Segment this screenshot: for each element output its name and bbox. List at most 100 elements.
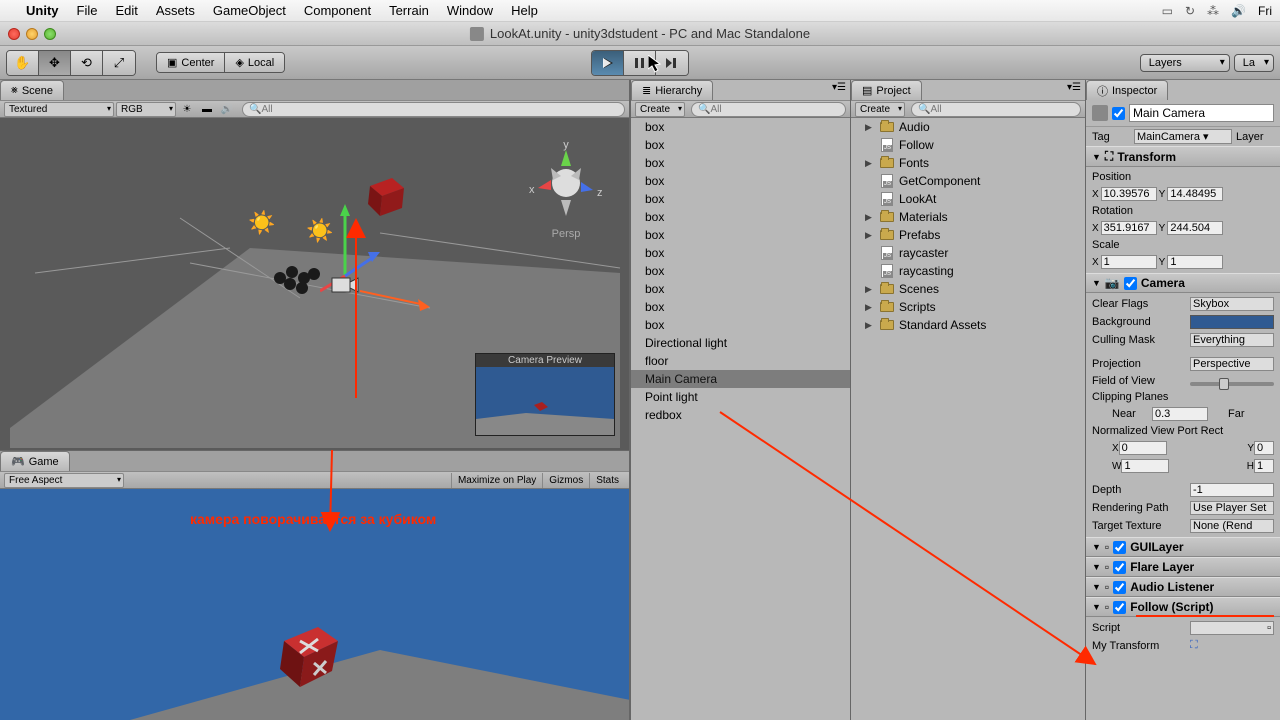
expand-arrow-icon[interactable]: ▶ — [865, 122, 875, 133]
rot-x-field[interactable] — [1101, 221, 1157, 235]
hierarchy-item[interactable]: box — [631, 136, 850, 154]
hierarchy-search[interactable]: 🔍All — [691, 102, 846, 117]
menu-terrain[interactable]: Terrain — [389, 3, 429, 18]
game-view[interactable]: камера поворачивается за кубиком — [0, 489, 629, 720]
vpx-field[interactable] — [1119, 441, 1167, 455]
vpw-field[interactable] — [1121, 459, 1169, 473]
project-item[interactable]: raycaster — [851, 244, 1085, 262]
app-name[interactable]: Unity — [26, 3, 59, 18]
maximize-window-button[interactable] — [44, 28, 56, 40]
menu-gameobject[interactable]: GameObject — [213, 3, 286, 18]
project-search[interactable]: 🔍All — [911, 102, 1081, 117]
maximize-on-play-toggle[interactable]: Maximize on Play — [451, 473, 542, 488]
rendering-path-dropdown[interactable]: Use Player Set — [1190, 501, 1274, 515]
scene-tab[interactable]: ⨳Scene — [0, 80, 64, 100]
step-button[interactable] — [656, 51, 688, 75]
clock[interactable]: Fri — [1258, 4, 1272, 18]
clear-flags-dropdown[interactable]: Skybox — [1190, 297, 1274, 311]
hierarchy-create-dropdown[interactable]: Create — [635, 102, 685, 117]
close-window-button[interactable] — [8, 28, 20, 40]
aspect-dropdown[interactable]: Free Aspect — [4, 473, 124, 488]
hierarchy-item[interactable]: box — [631, 280, 850, 298]
expand-arrow-icon[interactable]: ▶ — [865, 302, 875, 313]
camera-component-header[interactable]: ▼📷 Camera — [1086, 273, 1280, 293]
culling-mask-dropdown[interactable]: Everything — [1190, 333, 1274, 347]
target-texture-field[interactable]: None (Rend — [1190, 519, 1274, 533]
menu-edit[interactable]: Edit — [115, 3, 137, 18]
move-tool[interactable]: ✥ — [39, 51, 71, 75]
rotate-tool[interactable]: ⟲ — [71, 51, 103, 75]
menu-assets[interactable]: Assets — [156, 3, 195, 18]
menu-help[interactable]: Help — [511, 3, 538, 18]
scene-view[interactable]: y x z Persp ☀️ ☀️ — [0, 118, 629, 450]
depth-field[interactable] — [1190, 483, 1274, 497]
hierarchy-item[interactable]: box — [631, 172, 850, 190]
fov-slider[interactable] — [1190, 377, 1274, 386]
expand-arrow-icon[interactable]: ▶ — [865, 320, 875, 331]
hierarchy-item[interactable]: Point light — [631, 388, 850, 406]
project-item[interactable]: GetComponent — [851, 172, 1085, 190]
hierarchy-item[interactable]: box — [631, 118, 850, 136]
projection-dropdown[interactable]: Perspective — [1190, 357, 1274, 371]
pos-y-field[interactable] — [1167, 187, 1223, 201]
flarelayer-component-header[interactable]: ▼▫Flare Layer — [1086, 557, 1280, 577]
transform-component-header[interactable]: ▼⛶ Transform — [1086, 146, 1280, 167]
hierarchy-item[interactable]: floor — [631, 352, 850, 370]
scl-x-field[interactable] — [1101, 255, 1157, 269]
rot-y-field[interactable] — [1167, 221, 1223, 235]
project-item[interactable]: Follow — [851, 136, 1085, 154]
audiolistener-component-header[interactable]: ▼▫Audio Listener — [1086, 577, 1280, 597]
expand-arrow-icon[interactable]: ▶ — [865, 230, 875, 241]
vph-field[interactable] — [1254, 459, 1274, 473]
vpy-field[interactable] — [1254, 441, 1274, 455]
scene-audio-toggle[interactable]: 🔊 — [218, 102, 236, 116]
hierarchy-item[interactable]: Main Camera — [631, 370, 850, 388]
panel-menu-icon[interactable]: ▾☰ — [828, 80, 850, 100]
audiolistener-checkbox[interactable] — [1113, 581, 1126, 594]
project-item[interactable]: raycasting — [851, 262, 1085, 280]
hierarchy-item[interactable]: redbox — [631, 406, 850, 424]
hand-tool[interactable]: ✋ — [7, 51, 39, 75]
hierarchy-item[interactable]: box — [631, 208, 850, 226]
layers-dropdown[interactable]: Layers — [1140, 54, 1230, 72]
hierarchy-item[interactable]: box — [631, 226, 850, 244]
camera-enabled-checkbox[interactable] — [1124, 277, 1137, 290]
expand-arrow-icon[interactable]: ▶ — [865, 212, 875, 223]
project-item[interactable]: ▶Prefabs — [851, 226, 1085, 244]
play-button[interactable] — [592, 51, 624, 75]
game-tab[interactable]: 🎮Game — [0, 451, 70, 471]
background-color-field[interactable] — [1190, 315, 1274, 329]
hierarchy-item[interactable]: box — [631, 262, 850, 280]
timemachine-icon[interactable]: ↻ — [1185, 4, 1195, 18]
hierarchy-item[interactable]: box — [631, 298, 850, 316]
gameobject-active-checkbox[interactable] — [1112, 107, 1125, 120]
guilayer-checkbox[interactable] — [1113, 541, 1126, 554]
panel-menu-icon[interactable]: ▾☰ — [1063, 80, 1085, 100]
scene-light-toggle[interactable]: ☀ — [178, 102, 196, 116]
follow-script-component-header[interactable]: ▼▫Follow (Script) — [1086, 597, 1280, 617]
layout-dropdown[interactable]: La — [1234, 54, 1274, 72]
project-item[interactable]: ▶Audio — [851, 118, 1085, 136]
volume-icon[interactable]: 🔊 — [1231, 4, 1246, 18]
menu-component[interactable]: Component — [304, 3, 371, 18]
scene-fx-toggle[interactable]: ▬ — [198, 102, 216, 116]
pivot-center-button[interactable]: ▣Center — [157, 53, 225, 72]
expand-arrow-icon[interactable]: ▶ — [865, 158, 875, 169]
hierarchy-item[interactable]: box — [631, 190, 850, 208]
hierarchy-item[interactable]: box — [631, 154, 850, 172]
scale-tool[interactable]: ⤢ — [103, 51, 135, 75]
pause-button[interactable] — [624, 51, 656, 75]
project-item[interactable]: ▶Materials — [851, 208, 1085, 226]
hierarchy-tab[interactable]: ≣Hierarchy — [631, 80, 713, 100]
project-item[interactable]: ▶Scripts — [851, 298, 1085, 316]
display-icon[interactable]: ▭ — [1162, 4, 1173, 18]
follow-checkbox[interactable] — [1113, 601, 1126, 614]
flarelayer-checkbox[interactable] — [1113, 561, 1126, 574]
expand-arrow-icon[interactable]: ▶ — [865, 284, 875, 295]
gizmos-toggle[interactable]: Gizmos — [542, 473, 589, 488]
hierarchy-item[interactable]: Directional light — [631, 334, 850, 352]
render-mode-dropdown[interactable]: RGB — [116, 102, 176, 117]
project-tab[interactable]: ▤Project — [851, 80, 922, 100]
scene-gizmo[interactable]: y x z Persp — [521, 138, 611, 240]
menu-file[interactable]: File — [77, 3, 98, 18]
